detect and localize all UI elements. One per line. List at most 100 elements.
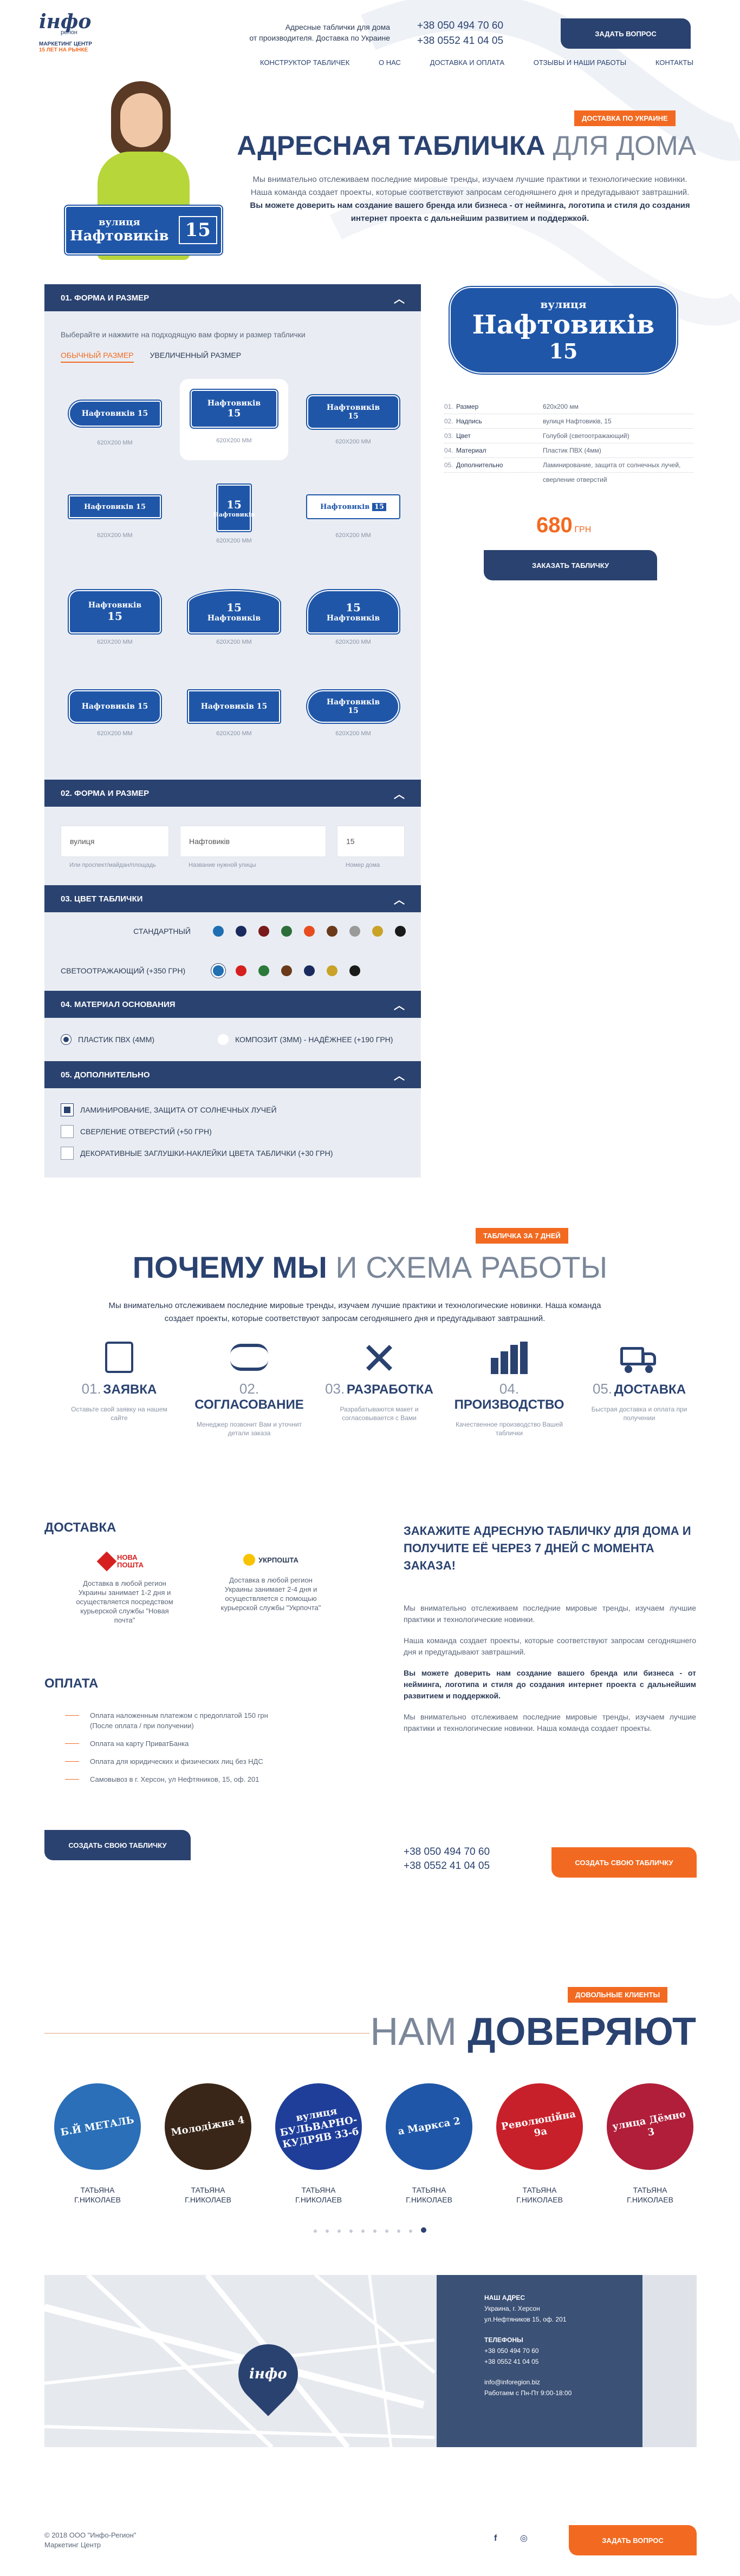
- client-card[interactable]: а Маркса 2 Татьяна г.Николаев: [386, 2083, 472, 2205]
- pagination-dot[interactable]: [409, 2230, 412, 2233]
- summary-row: 02. Надпись вулиця Нафтовиків, 15: [444, 414, 693, 429]
- hero-text-bold: Вы можете доверить нам создание вашего б…: [250, 201, 690, 223]
- chevron-up-icon[interactable]: ︿: [394, 891, 405, 907]
- shape-preview: Нафтовиків 15: [188, 690, 280, 723]
- reflective-swatch-6[interactable]: [327, 965, 337, 976]
- section-color[interactable]: 03. Цвет таблички ︿: [44, 885, 421, 912]
- chevron-up-icon[interactable]: ︿: [394, 290, 405, 306]
- tab-large-size[interactable]: Увеличенный размер: [150, 351, 241, 363]
- client-card[interactable]: Молодіжна 4 Татьяна г.Николаев: [165, 2083, 251, 2205]
- header-phone1[interactable]: +38 050 494 70 60: [417, 18, 503, 34]
- checkbox-checked[interactable]: [61, 1103, 74, 1116]
- ask-question-button[interactable]: Задать вопрос: [561, 18, 691, 49]
- step-desc: Качественное производство Вашей таблички: [456, 1421, 563, 1437]
- standard-swatch-9[interactable]: [395, 926, 406, 937]
- pagination-dot[interactable]: [385, 2230, 388, 2233]
- radio-checked[interactable]: [61, 1034, 72, 1045]
- chevron-up-icon[interactable]: ︿: [394, 997, 405, 1012]
- reflective-swatch-1[interactable]: [213, 965, 224, 976]
- section-shape-size[interactable]: 01. Форма и размер ︿: [44, 284, 421, 311]
- shape-option-9[interactable]: 15 Нафтовиків 620Х200 ММ: [299, 590, 407, 661]
- order-plate-button[interactable]: Заказать табличку: [484, 550, 657, 580]
- copyright-line2: Маркетинг Центр: [44, 2541, 101, 2549]
- reflective-swatch-4[interactable]: [281, 965, 292, 976]
- contact-panel: Наш адрес Украина, г. Херсон ул.Нефтяник…: [437, 2275, 642, 2447]
- reflective-swatch-7[interactable]: [349, 965, 360, 976]
- extra-lamination[interactable]: Ламинирование, защита от солнечных лучей: [61, 1103, 277, 1116]
- client-card[interactable]: Б.Й МЕТАЛЬ Татьяна г.Николаев: [54, 2083, 141, 2205]
- order-phone1[interactable]: +38 050 494 70 60: [404, 1845, 490, 1859]
- shape-option-12[interactable]: Нафтовиків 15 620Х200 ММ: [299, 690, 407, 755]
- contact-phone2[interactable]: +38 0552 41 04 05: [484, 2356, 595, 2367]
- site-logo[interactable]: інфо регіон МАРКЕТИНГ ЦЕНТР 15 лет на ры…: [39, 12, 109, 71]
- contact-email[interactable]: info@inforegion.biz: [484, 2377, 595, 2388]
- nav-contacts[interactable]: Контакты: [655, 58, 693, 67]
- material-pvc-option[interactable]: Пластик ПВХ (4мм): [61, 1034, 154, 1045]
- standard-swatch-7[interactable]: [349, 926, 360, 937]
- standard-swatch-6[interactable]: [327, 926, 337, 937]
- shape-option-5[interactable]: 15 Нафтовиків 620Х200 ММ: [180, 485, 288, 560]
- section-extras[interactable]: 05. Дополнительно ︿: [44, 1061, 421, 1088]
- client-photo-sign: Молодіжна 4: [170, 2114, 246, 2139]
- house-number-input[interactable]: 15: [337, 826, 405, 857]
- contact-phone1[interactable]: +38 050 494 70 60: [484, 2345, 595, 2356]
- standard-swatch-2[interactable]: [236, 926, 246, 937]
- reflective-swatch-3[interactable]: [258, 965, 269, 976]
- section-material[interactable]: 04. Материал основания ︿: [44, 991, 421, 1018]
- pagination-dot[interactable]: [397, 2230, 400, 2233]
- price-value: 680: [536, 513, 573, 537]
- shape-option-2-selected[interactable]: Нафтовиків 15 620Х200 ММ: [180, 379, 288, 460]
- client-card[interactable]: Революційна 9а Татьяна г.Николаев: [496, 2083, 583, 2205]
- shape-option-7[interactable]: Нафтовиків 15 620Х200 ММ: [61, 590, 169, 661]
- extra-caps[interactable]: Декоративные заглушки-наклейки цвета таб…: [61, 1147, 333, 1160]
- standard-swatch-4[interactable]: [281, 926, 292, 937]
- facebook-icon[interactable]: f: [494, 2534, 497, 2544]
- street-type-input[interactable]: вулиця: [61, 826, 169, 857]
- pagination-dot-active[interactable]: [421, 2227, 426, 2233]
- reflective-swatch-5[interactable]: [304, 965, 315, 976]
- radio-unchecked[interactable]: [218, 1034, 229, 1045]
- shape-option-3[interactable]: Нафтовиків 15 620Х200 ММ: [299, 395, 407, 466]
- shape-option-11[interactable]: Нафтовиків 15 620Х200 ММ: [180, 690, 288, 755]
- section-text[interactable]: 02. Форма и размер ︿: [44, 780, 421, 807]
- chevron-up-icon[interactable]: ︿: [394, 1067, 405, 1083]
- standard-swatch-5[interactable]: [304, 926, 315, 937]
- client-card[interactable]: улица Дёмно 3 Татьяна г.Николаев: [607, 2083, 693, 2205]
- checkbox-unchecked[interactable]: [61, 1147, 74, 1160]
- instagram-icon[interactable]: ◎: [520, 2533, 528, 2544]
- pagination-dot[interactable]: [326, 2230, 329, 2233]
- pagination-dot[interactable]: [314, 2230, 317, 2233]
- footer-ask-question-button[interactable]: Задать вопрос: [569, 2525, 697, 2555]
- nav-about[interactable]: О нас: [379, 58, 401, 67]
- why-title-light: и схема работы: [335, 1250, 608, 1284]
- nav-delivery[interactable]: Доставка и оплата: [430, 58, 504, 67]
- chevron-up-icon[interactable]: ︿: [394, 786, 405, 801]
- street-name-input[interactable]: Нафтовиків: [180, 826, 326, 857]
- create-plate-button-left[interactable]: Создать свою табличку: [44, 1830, 191, 1860]
- shape-option-10[interactable]: Нафтовиків 15 620Х200 ММ: [61, 690, 169, 755]
- step-name: Согласование: [194, 1397, 304, 1412]
- client-card[interactable]: вулиця БУЛЬВАРНО-КУДРЯВ 33-б Татьяна г.Ник…: [275, 2083, 362, 2205]
- pagination-dot[interactable]: [337, 2230, 341, 2233]
- standard-swatch-8[interactable]: [372, 926, 383, 937]
- extra-drilling[interactable]: Сверление отверстий (+50 грн): [61, 1125, 212, 1138]
- shape-option-6[interactable]: Нафтовиків 15 620Х200 ММ: [299, 485, 407, 560]
- checkbox-unchecked[interactable]: [61, 1125, 74, 1138]
- pagination-dot[interactable]: [349, 2230, 353, 2233]
- shape-option-8[interactable]: 15 Нафтовиків 620Х200 ММ: [180, 590, 288, 661]
- pagination-dot[interactable]: [373, 2230, 377, 2233]
- nav-constructor[interactable]: Конструктор табличек: [260, 58, 349, 67]
- reflective-swatch-2[interactable]: [236, 965, 246, 976]
- standard-swatch-1[interactable]: [213, 926, 224, 937]
- create-plate-button-right[interactable]: Создать свою табличку: [551, 1847, 697, 1878]
- material-composite-option[interactable]: Композит (3мм) - надёжнее (+190 грн): [218, 1034, 393, 1045]
- pagination-dot[interactable]: [361, 2230, 365, 2233]
- order-phone2[interactable]: +38 0552 41 04 05: [404, 1859, 490, 1873]
- shape-option-1[interactable]: Нафтовиків 15 620Х200 ММ: [61, 395, 169, 466]
- nav-reviews[interactable]: Отзывы и наши работы: [534, 58, 626, 67]
- tab-regular-size[interactable]: Обычный размер: [61, 351, 134, 363]
- hero-sign: вулиця Нафтовиків 15: [65, 206, 222, 254]
- shape-option-4[interactable]: Нафтовиків 15 620Х200 ММ: [61, 485, 169, 560]
- header-phone2[interactable]: +38 0552 41 04 05: [417, 34, 503, 49]
- standard-swatch-3[interactable]: [258, 926, 269, 937]
